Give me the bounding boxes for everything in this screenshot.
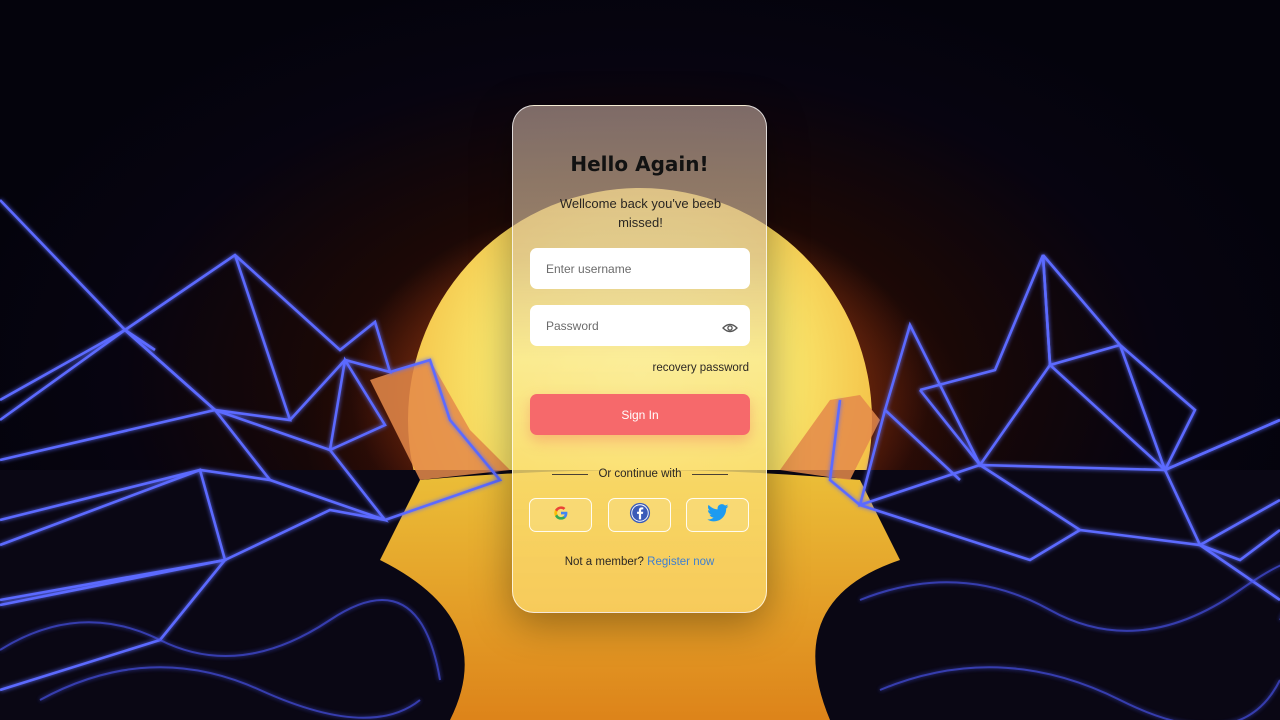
continue-with-divider: Or continue with <box>551 467 729 481</box>
facebook-icon <box>629 502 651 528</box>
not-member-text: Not a member? <box>564 556 644 568</box>
username-input[interactable] <box>530 248 750 289</box>
google-icon <box>553 505 569 525</box>
password-input[interactable] <box>530 305 750 346</box>
login-card: Hello Again! Wellcome back you've beeb m… <box>512 105 767 613</box>
register-prompt: Not a member? Register now <box>513 556 766 568</box>
facebook-login-button[interactable] <box>608 498 671 532</box>
divider-line-right <box>691 473 728 475</box>
google-login-button[interactable] <box>529 498 592 532</box>
login-subtitle: Wellcome back you've beeb missed! <box>559 196 722 230</box>
sign-in-button[interactable]: Sign In <box>530 394 750 435</box>
divider-label: Or continue with <box>598 468 682 480</box>
twitter-login-button[interactable] <box>686 498 749 532</box>
register-now-link[interactable]: Register now <box>647 556 714 568</box>
eye-icon[interactable] <box>722 319 738 333</box>
login-title: Hello Again! <box>570 152 709 176</box>
recovery-password-link[interactable]: recovery password <box>652 362 749 374</box>
divider-line-left <box>552 473 589 475</box>
twitter-icon <box>706 504 729 526</box>
